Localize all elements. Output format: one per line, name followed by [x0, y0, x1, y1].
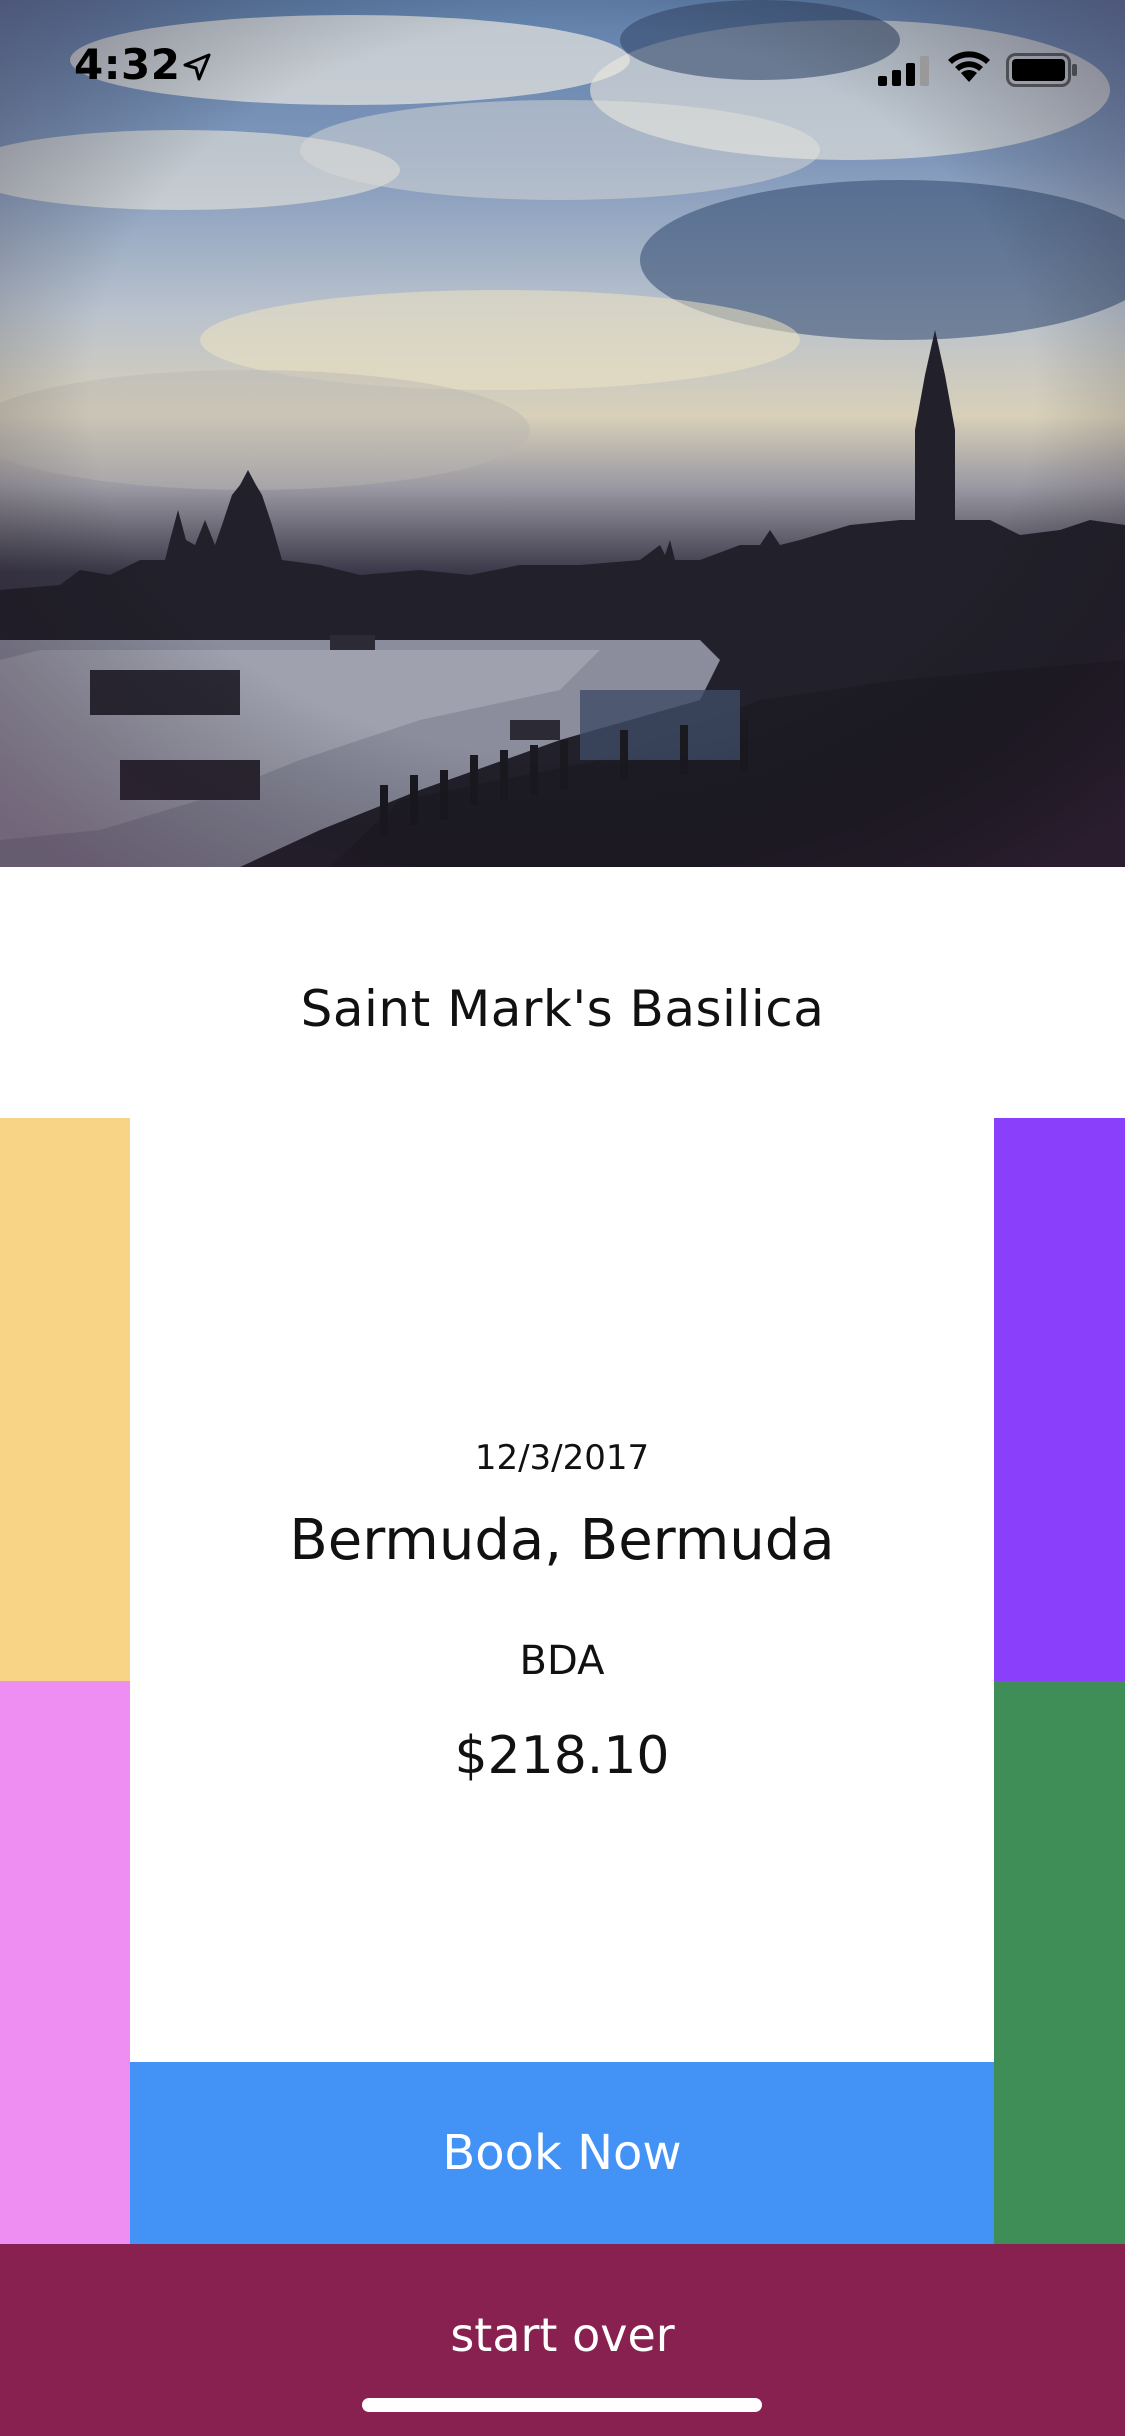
color-tile-green[interactable] [994, 1681, 1125, 2244]
color-tile-pink[interactable] [0, 1681, 130, 2244]
status-time: 4:32 [74, 40, 181, 89]
status-bar: 4:32 [0, 0, 1125, 135]
color-tile-purple[interactable] [994, 1118, 1125, 1681]
wifi-icon [948, 51, 990, 82]
cellular-signal-icon [878, 56, 929, 86]
flight-date: 12/3/2017 [474, 1438, 650, 1478]
color-tile-yellow[interactable] [0, 1118, 130, 1681]
flight-destination: Bermuda, Bermuda [289, 1508, 835, 1573]
start-over-label: start over [450, 2308, 675, 2362]
app-screen: 4:32 Saint Mark's Basilica 12/3/2017 Ber… [0, 0, 1125, 2436]
home-indicator[interactable] [362, 2398, 762, 2412]
airport-code: BDA [519, 1638, 605, 1684]
flight-price: $218.10 [454, 1726, 670, 1786]
place-title: Saint Mark's Basilica [300, 980, 825, 1038]
flight-card: 12/3/2017 Bermuda, Bermuda BDA $218.10 [130, 1118, 994, 2062]
location-arrow-icon [183, 53, 211, 81]
battery-icon [1006, 53, 1077, 87]
book-now-button[interactable]: Book Now [130, 2062, 994, 2244]
